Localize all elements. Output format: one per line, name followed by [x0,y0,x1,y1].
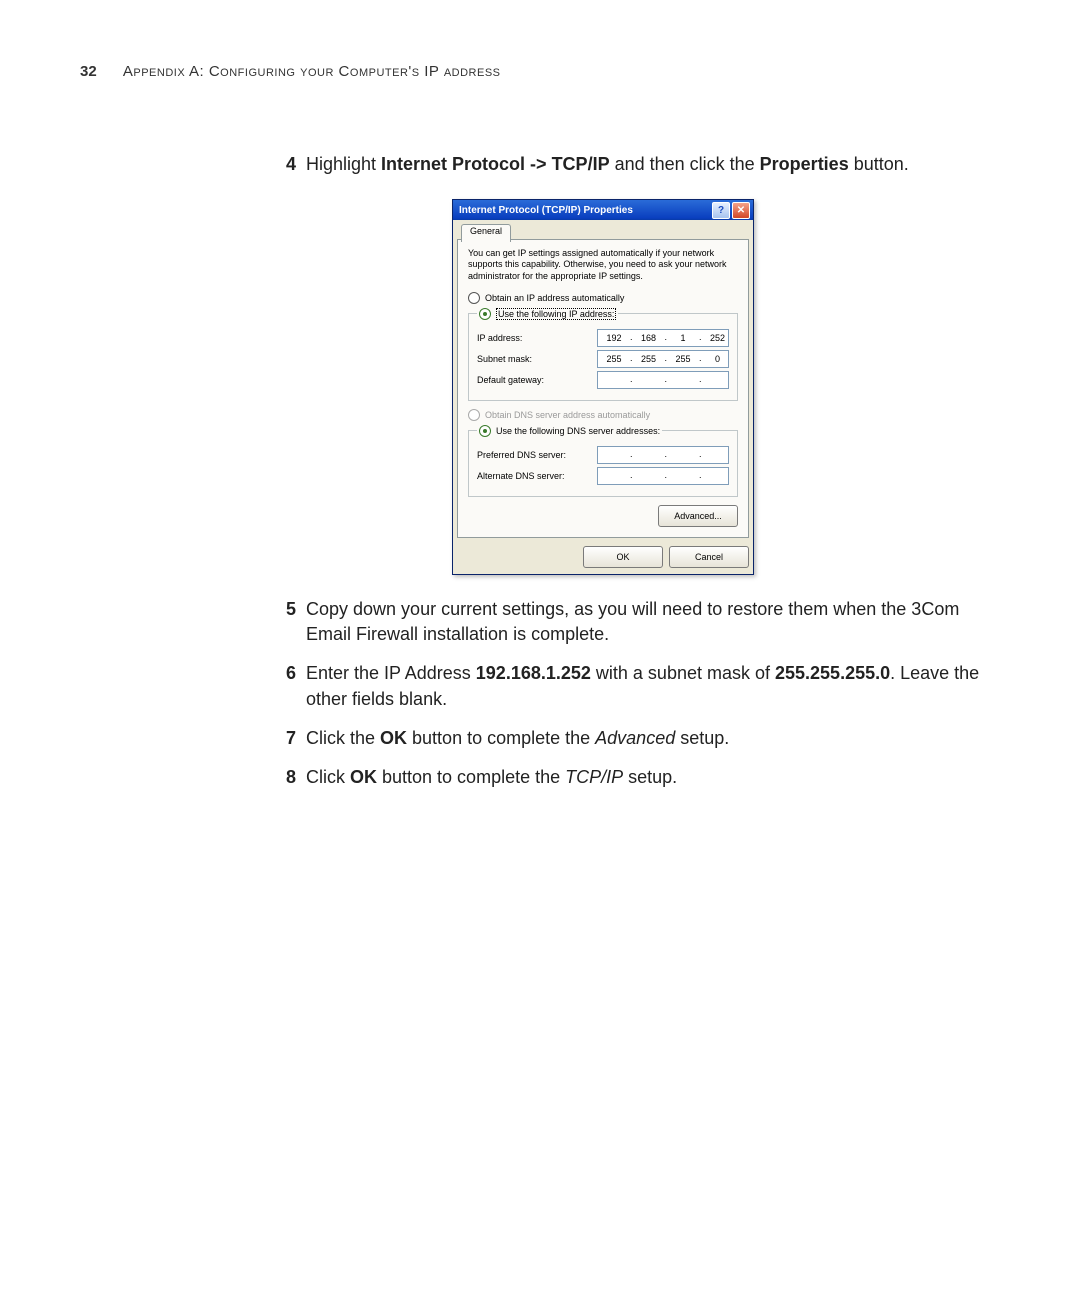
explain-text: You can get IP settings assigned automat… [468,248,738,282]
step-number: 4 [270,152,296,177]
help-button[interactable]: ? [712,202,730,219]
cancel-button[interactable]: Cancel [669,546,749,568]
step-8: 8 Click OK button to complete the TCP/IP… [270,765,990,790]
radio-icon-selected [479,308,491,320]
preferred-dns-input[interactable]: . . . [597,446,729,464]
dialog-title: Internet Protocol (TCP/IP) Properties [459,205,633,216]
step-6: 6 Enter the IP Address 192.168.1.252 wit… [270,661,990,711]
group-use-following-dns: Use the following DNS server addresses: … [468,425,738,497]
field-alternate-dns: Alternate DNS server: . . . [477,467,729,485]
ip-address-input[interactable]: . . . [597,329,729,347]
tab-panel-general: You can get IP settings assigned automat… [457,239,749,538]
advanced-button[interactable]: Advanced... [658,505,738,527]
page-number: 32 [80,63,97,80]
field-preferred-dns: Preferred DNS server: . . . [477,446,729,464]
field-ip-address: IP address: . . . [477,329,729,347]
tab-general[interactable]: General [461,224,511,242]
radio-icon-selected [479,425,491,437]
step-4: 4 Highlight Internet Protocol -> TCP/IP … [270,152,990,177]
running-header: 32 Appendix A: Configuring your Computer… [80,63,501,80]
radio-icon-disabled [468,409,480,421]
default-gateway-input[interactable]: . . . [597,371,729,389]
radio-icon [468,292,480,304]
field-default-gateway: Default gateway: . . . [477,371,729,389]
step-text: Highlight Internet Protocol -> TCP/IP an… [306,152,990,177]
field-subnet-mask: Subnet mask: . . . [477,350,729,368]
dialog-titlebar[interactable]: Internet Protocol (TCP/IP) Properties ? … [453,200,753,220]
body-column: 4 Highlight Internet Protocol -> TCP/IP … [270,146,990,804]
step-text: Click the OK button to complete the Adva… [306,726,990,751]
radio-obtain-dns-auto: Obtain DNS server address automatically [468,409,738,421]
step-text: Enter the IP Address 192.168.1.252 with … [306,661,990,711]
step-5: 5 Copy down your current settings, as yo… [270,597,990,647]
dialog-button-row: OK Cancel [457,546,749,568]
close-button[interactable]: ✕ [732,202,750,219]
group-use-following-ip: Use the following IP address: IP address… [468,308,738,401]
running-head-text: Appendix A: Configuring your Computer's … [123,63,501,80]
tab-strip: General [457,222,749,240]
step-number: 7 [270,726,296,751]
subnet-mask-input[interactable]: . . . [597,350,729,368]
ok-button[interactable]: OK [583,546,663,568]
radio-obtain-ip-auto[interactable]: Obtain an IP address automatically [468,292,738,304]
step-number: 8 [270,765,296,790]
radio-use-following-ip[interactable]: Use the following IP address: [477,308,618,320]
tcpip-properties-dialog: Internet Protocol (TCP/IP) Properties ? … [452,199,990,575]
step-text: Click OK button to complete the TCP/IP s… [306,765,990,790]
step-number: 6 [270,661,296,711]
step-number: 5 [270,597,296,647]
radio-use-following-dns[interactable]: Use the following DNS server addresses: [477,425,662,437]
step-7: 7 Click the OK button to complete the Ad… [270,726,990,751]
step-text: Copy down your current settings, as you … [306,597,990,647]
alternate-dns-input[interactable]: . . . [597,467,729,485]
